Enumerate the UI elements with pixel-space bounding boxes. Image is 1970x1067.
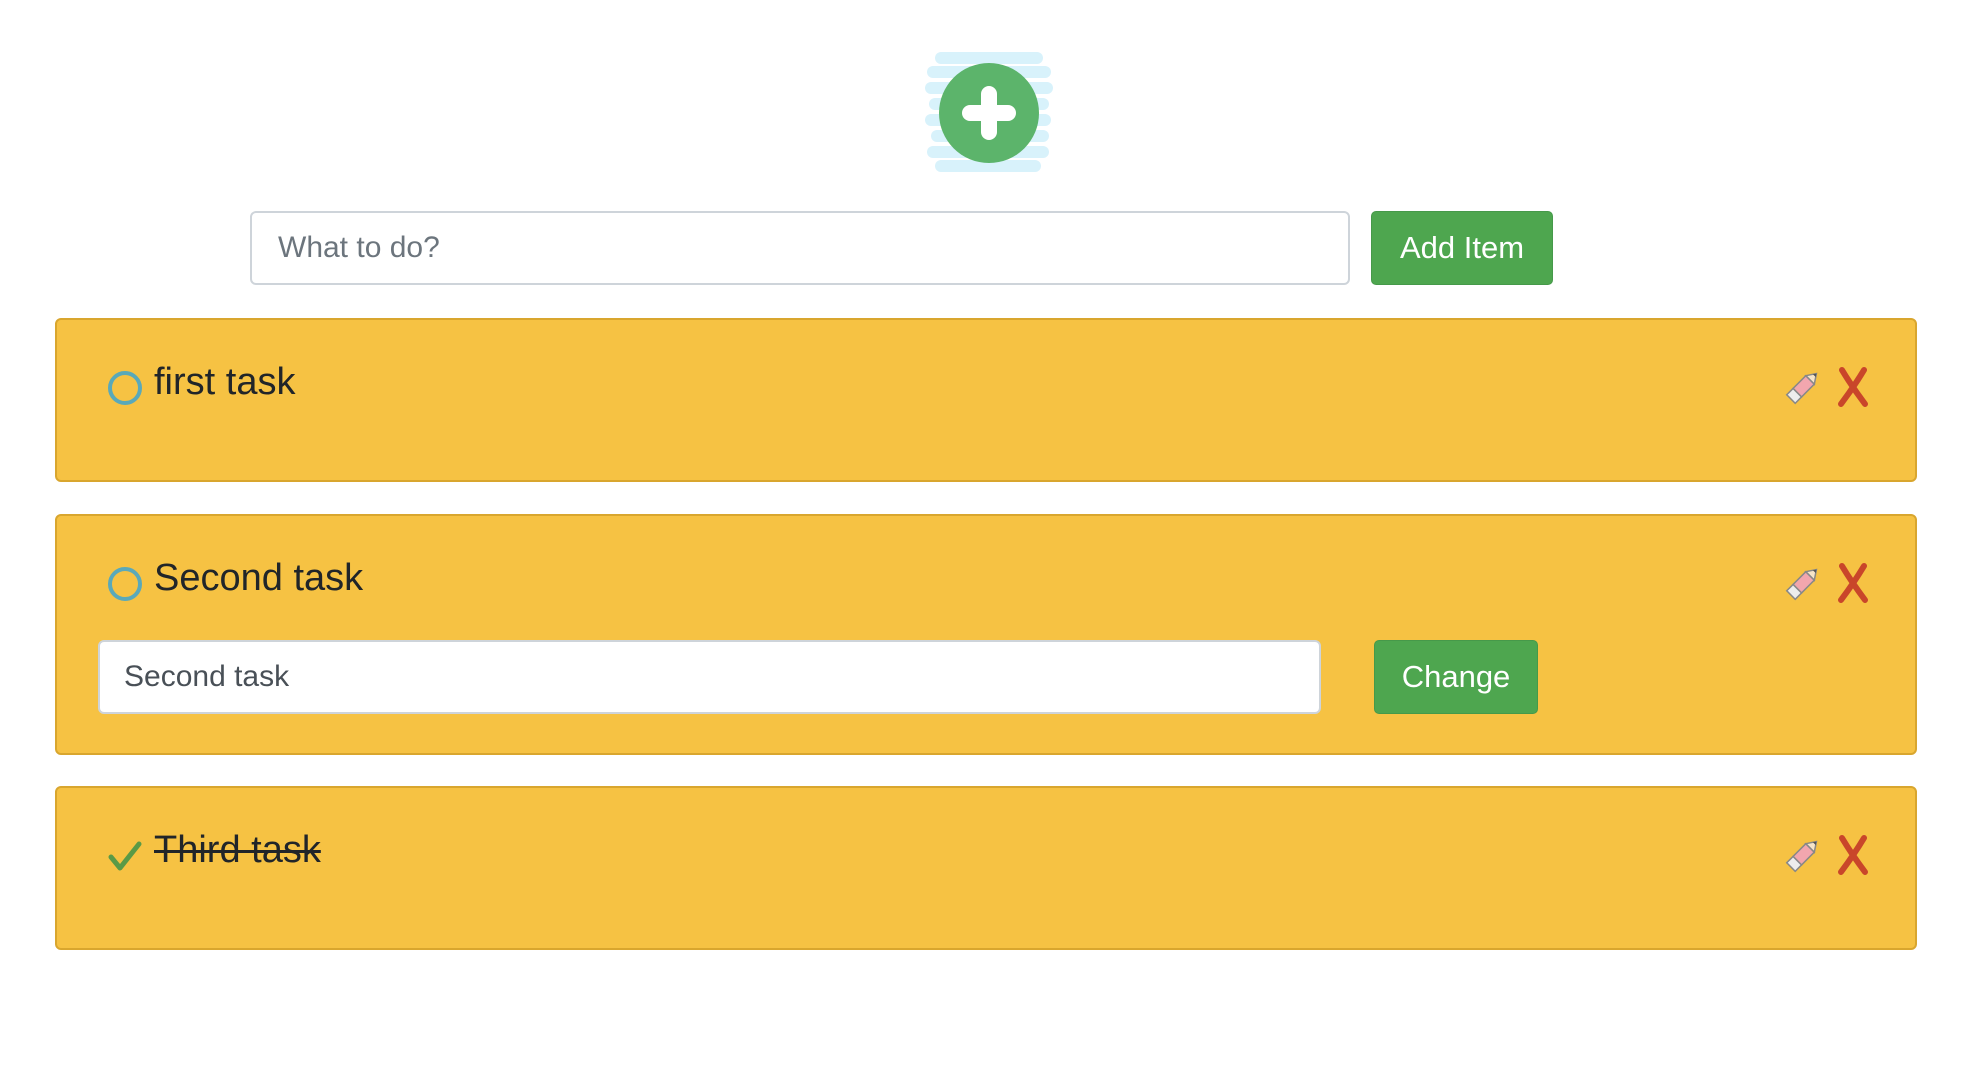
close-x-icon[interactable] [1836,562,1870,604]
add-item-button[interactable]: Add Item [1371,211,1553,285]
close-x-icon[interactable] [1836,834,1870,876]
checkmark-icon[interactable] [107,838,143,874]
close-x-icon[interactable] [1836,366,1870,408]
circle-outline-icon[interactable] [107,370,143,406]
task-card: Second task Change [55,514,1917,755]
task-card: Third task [55,786,1917,950]
pencil-icon[interactable] [1782,834,1824,876]
edit-task-input[interactable] [98,640,1321,714]
circle-outline-icon[interactable] [107,566,143,602]
plus-circle-icon [925,52,1053,174]
pencil-icon[interactable] [1782,562,1824,604]
task-card: first task [55,318,1917,482]
new-task-input[interactable] [250,211,1350,285]
task-title: Second task [154,557,364,599]
pencil-icon[interactable] [1782,366,1824,408]
change-button[interactable]: Change [1374,640,1538,714]
task-title: first task [154,361,296,403]
task-title: Third task [154,829,321,871]
todo-app: Add Item first task [0,0,1970,1067]
